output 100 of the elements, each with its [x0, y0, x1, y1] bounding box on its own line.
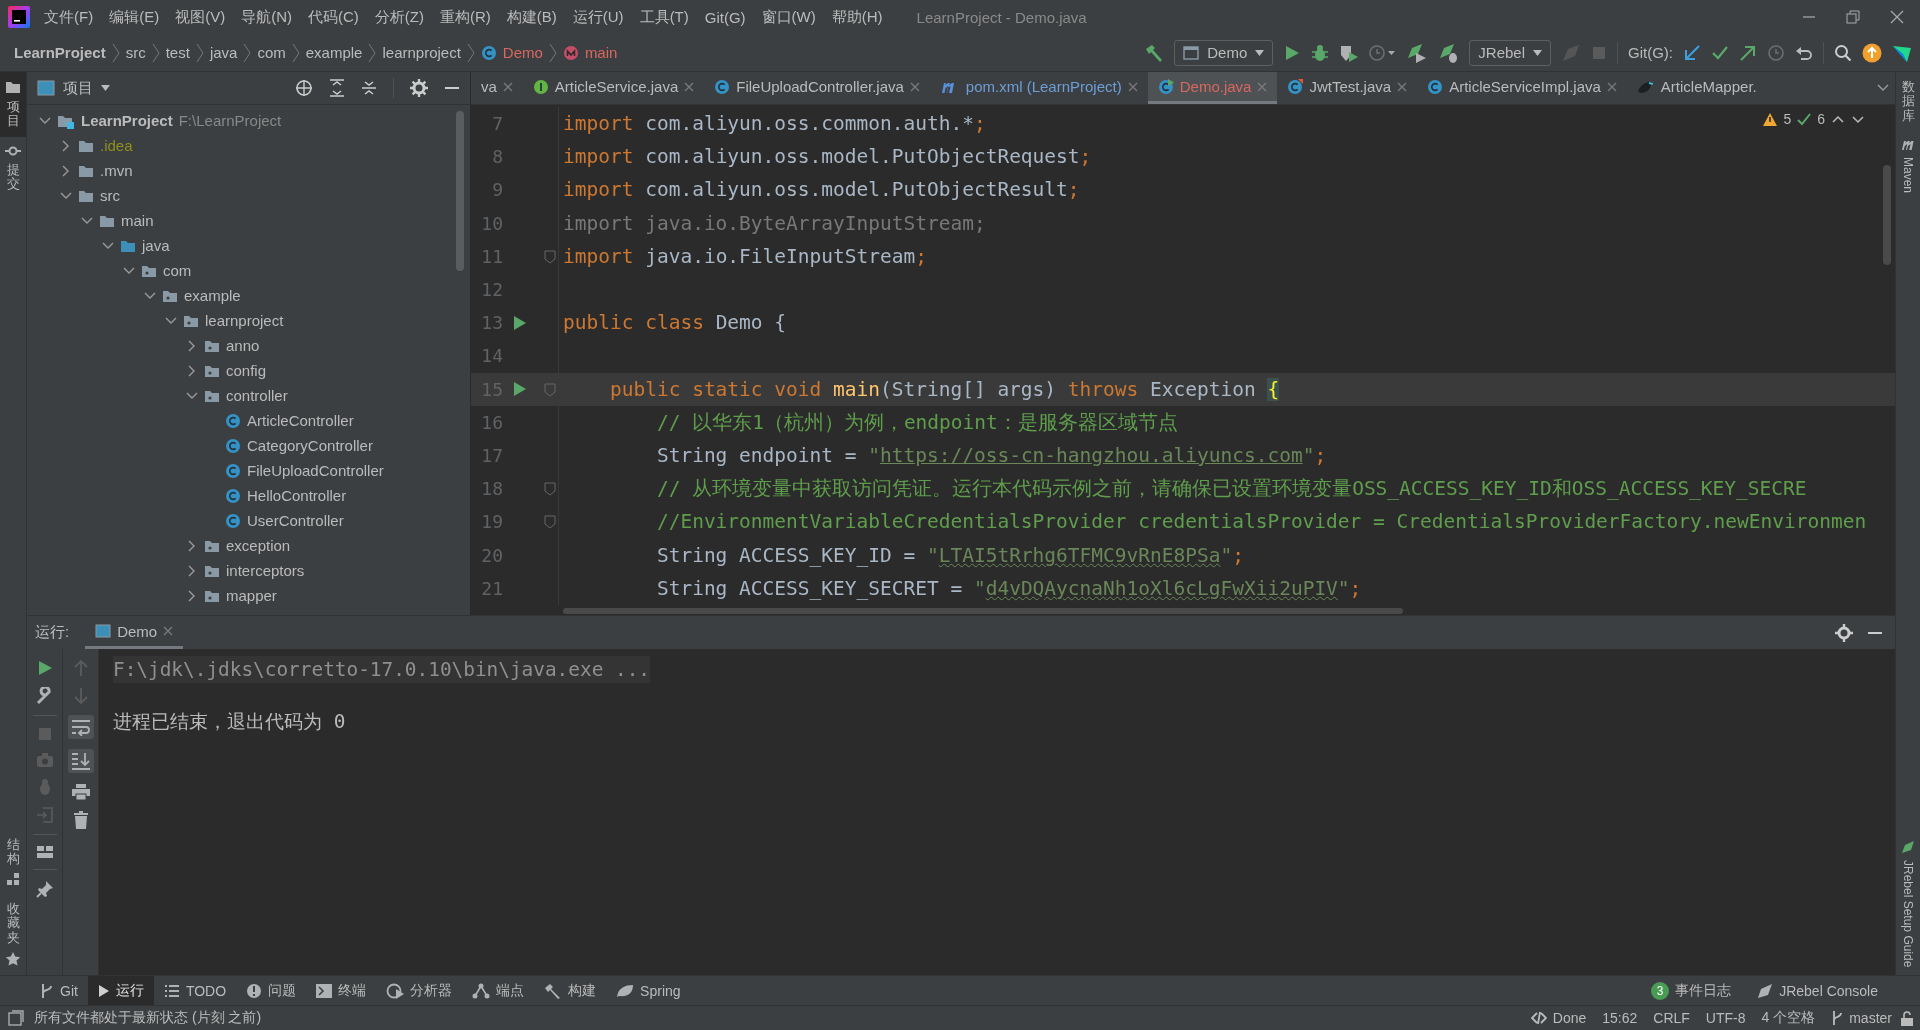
warning-count[interactable]: 5 [1783, 111, 1792, 127]
pin-icon[interactable] [35, 880, 54, 898]
expand-all-icon[interactable] [329, 79, 345, 97]
breadcrumb[interactable]: example [305, 44, 363, 61]
tree-item-label[interactable]: java [142, 237, 170, 254]
menu-item[interactable]: 构建(B) [498, 4, 565, 30]
restore-icon[interactable] [1846, 10, 1860, 24]
editor-tab[interactable]: ArticleService.java [522, 72, 705, 104]
update-arrow-icon[interactable] [1683, 43, 1701, 62]
tree-item-label[interactable]: controller [226, 387, 288, 404]
editor-tab[interactable]: ArticleMapper. [1626, 72, 1767, 104]
run-tab[interactable]: Demo [85, 616, 184, 649]
close-icon[interactable] [1397, 81, 1408, 92]
run-gutter-icon[interactable] [513, 381, 527, 398]
menu-item[interactable]: 分析(Z) [366, 4, 432, 30]
breadcrumb[interactable]: Demo [502, 44, 543, 61]
update-badge-icon[interactable] [1862, 42, 1882, 63]
breadcrumb[interactable]: learnproject [382, 44, 461, 61]
run-configuration-dropdown[interactable]: Demo [1174, 39, 1274, 66]
tree-item-label[interactable]: ArticleController [247, 412, 354, 429]
scroll-to-end-icon[interactable] [70, 752, 91, 770]
menu-item[interactable]: 帮助(H) [823, 4, 891, 30]
passed-count[interactable]: 6 [1817, 111, 1825, 127]
tree-item-label[interactable]: main [121, 212, 154, 229]
history-icon[interactable] [1767, 43, 1785, 62]
search-icon[interactable] [1834, 43, 1852, 62]
tool-window-tab[interactable]: 项目 [0, 72, 26, 137]
tree-item-label[interactable]: learnproject [205, 312, 284, 329]
tree-item-label[interactable]: interceptors [226, 562, 305, 579]
tool-window-button[interactable]: 构建 [534, 976, 607, 1005]
tree-item-label[interactable]: anno [226, 337, 260, 354]
settings-icon[interactable] [410, 79, 428, 97]
profiler-icon[interactable] [1369, 43, 1396, 62]
tree-item-label[interactable]: .idea [100, 137, 133, 154]
tool-window-tab[interactable]: Maven [1896, 130, 1920, 201]
tool-window-tab[interactable]: 提交 [0, 136, 26, 200]
tool-window-tab[interactable]: 数据库 [1896, 72, 1920, 131]
wrench-icon[interactable] [35, 687, 54, 705]
menu-item[interactable]: 编辑(E) [101, 4, 168, 30]
tree-item-label[interactable]: example [184, 287, 241, 304]
tool-window-tab[interactable]: 结构 [0, 829, 26, 895]
tree-item-label[interactable]: CategoryController [247, 437, 373, 454]
status-item[interactable]: CRLF [1645, 1010, 1698, 1026]
coverage-icon[interactable] [1339, 43, 1360, 62]
layout-icon[interactable] [35, 845, 54, 859]
editor-tab[interactable]: va [471, 72, 523, 104]
tree-item-label[interactable]: UserController [247, 512, 344, 529]
trash-icon[interactable] [72, 811, 89, 829]
breadcrumb[interactable]: main [584, 44, 618, 61]
editor-tab[interactable]: pom.xml (LearnProject) [929, 72, 1148, 104]
menu-item[interactable]: 重构(R) [431, 4, 499, 30]
fold-marker-icon[interactable] [544, 249, 556, 264]
settings-icon[interactable] [1835, 623, 1853, 642]
print-icon[interactable] [70, 783, 91, 801]
push-arrow-icon[interactable] [1739, 43, 1757, 62]
scrollbar-thumb[interactable] [1883, 165, 1891, 265]
tool-window-button[interactable]: 运行 [87, 976, 154, 1005]
tree-item-label[interactable]: .mvn [100, 162, 133, 179]
status-item[interactable]: Done [1522, 1010, 1595, 1026]
jrebel-console-button[interactable]: JRebel Console [1751, 981, 1884, 1000]
status-item[interactable]: 15:62 [1594, 1010, 1646, 1026]
fold-marker-icon[interactable] [544, 482, 556, 497]
close-icon[interactable] [684, 81, 695, 92]
breadcrumb[interactable]: com [257, 44, 286, 61]
close-icon[interactable] [1127, 81, 1138, 92]
menu-item[interactable]: 视图(V) [167, 4, 234, 30]
menu-item[interactable]: 窗口(W) [753, 4, 824, 30]
tool-window-button[interactable]: 端点 [462, 976, 535, 1005]
locate-icon[interactable] [295, 79, 313, 97]
menu-item[interactable]: 导航(N) [233, 4, 300, 30]
close-icon[interactable] [163, 626, 174, 636]
tree-item-label[interactable]: mapper [226, 587, 277, 604]
status-item[interactable]: master [1823, 1010, 1900, 1026]
tool-window-button[interactable]: 分析器 [376, 976, 463, 1005]
project-view-dropdown[interactable]: 项目 [37, 78, 110, 98]
tree-item-label[interactable]: LearnProject [81, 112, 173, 129]
editor-tab[interactable]: JwtTest.java [1277, 72, 1418, 104]
tool-window-tab[interactable]: 收藏夹 [0, 894, 26, 975]
close-icon[interactable] [1606, 81, 1617, 92]
scrollbar-thumb[interactable] [563, 608, 1403, 614]
tool-window-tab[interactable]: JRebel Setup Guide [1896, 831, 1920, 975]
menu-item[interactable]: 代码(C) [300, 4, 367, 30]
breadcrumb[interactable]: java [209, 44, 238, 61]
close-icon[interactable] [1890, 10, 1904, 24]
editor-tab[interactable]: FileUploadController.java [704, 72, 930, 104]
tool-window-button[interactable]: Git [30, 976, 88, 1005]
tree-item-label[interactable]: HelloController [247, 487, 347, 504]
close-icon[interactable] [909, 81, 920, 92]
breadcrumb[interactable]: LearnProject [14, 44, 106, 61]
event-log-button[interactable]: 3 事件日志 [1645, 980, 1738, 1001]
close-icon[interactable] [502, 81, 513, 92]
status-item[interactable]: UTF-8 [1697, 1010, 1754, 1026]
tree-item-label[interactable]: src [100, 187, 120, 204]
menu-item[interactable]: 文件(F) [36, 4, 102, 30]
breadcrumb[interactable]: src [125, 44, 146, 61]
soft-wrap-icon[interactable] [70, 718, 91, 736]
menu-item[interactable]: 运行(U) [564, 4, 632, 30]
fold-marker-icon[interactable] [544, 382, 556, 397]
menu-item[interactable]: Git(G) [696, 4, 754, 30]
tool-window-button[interactable]: Spring [606, 976, 691, 1005]
